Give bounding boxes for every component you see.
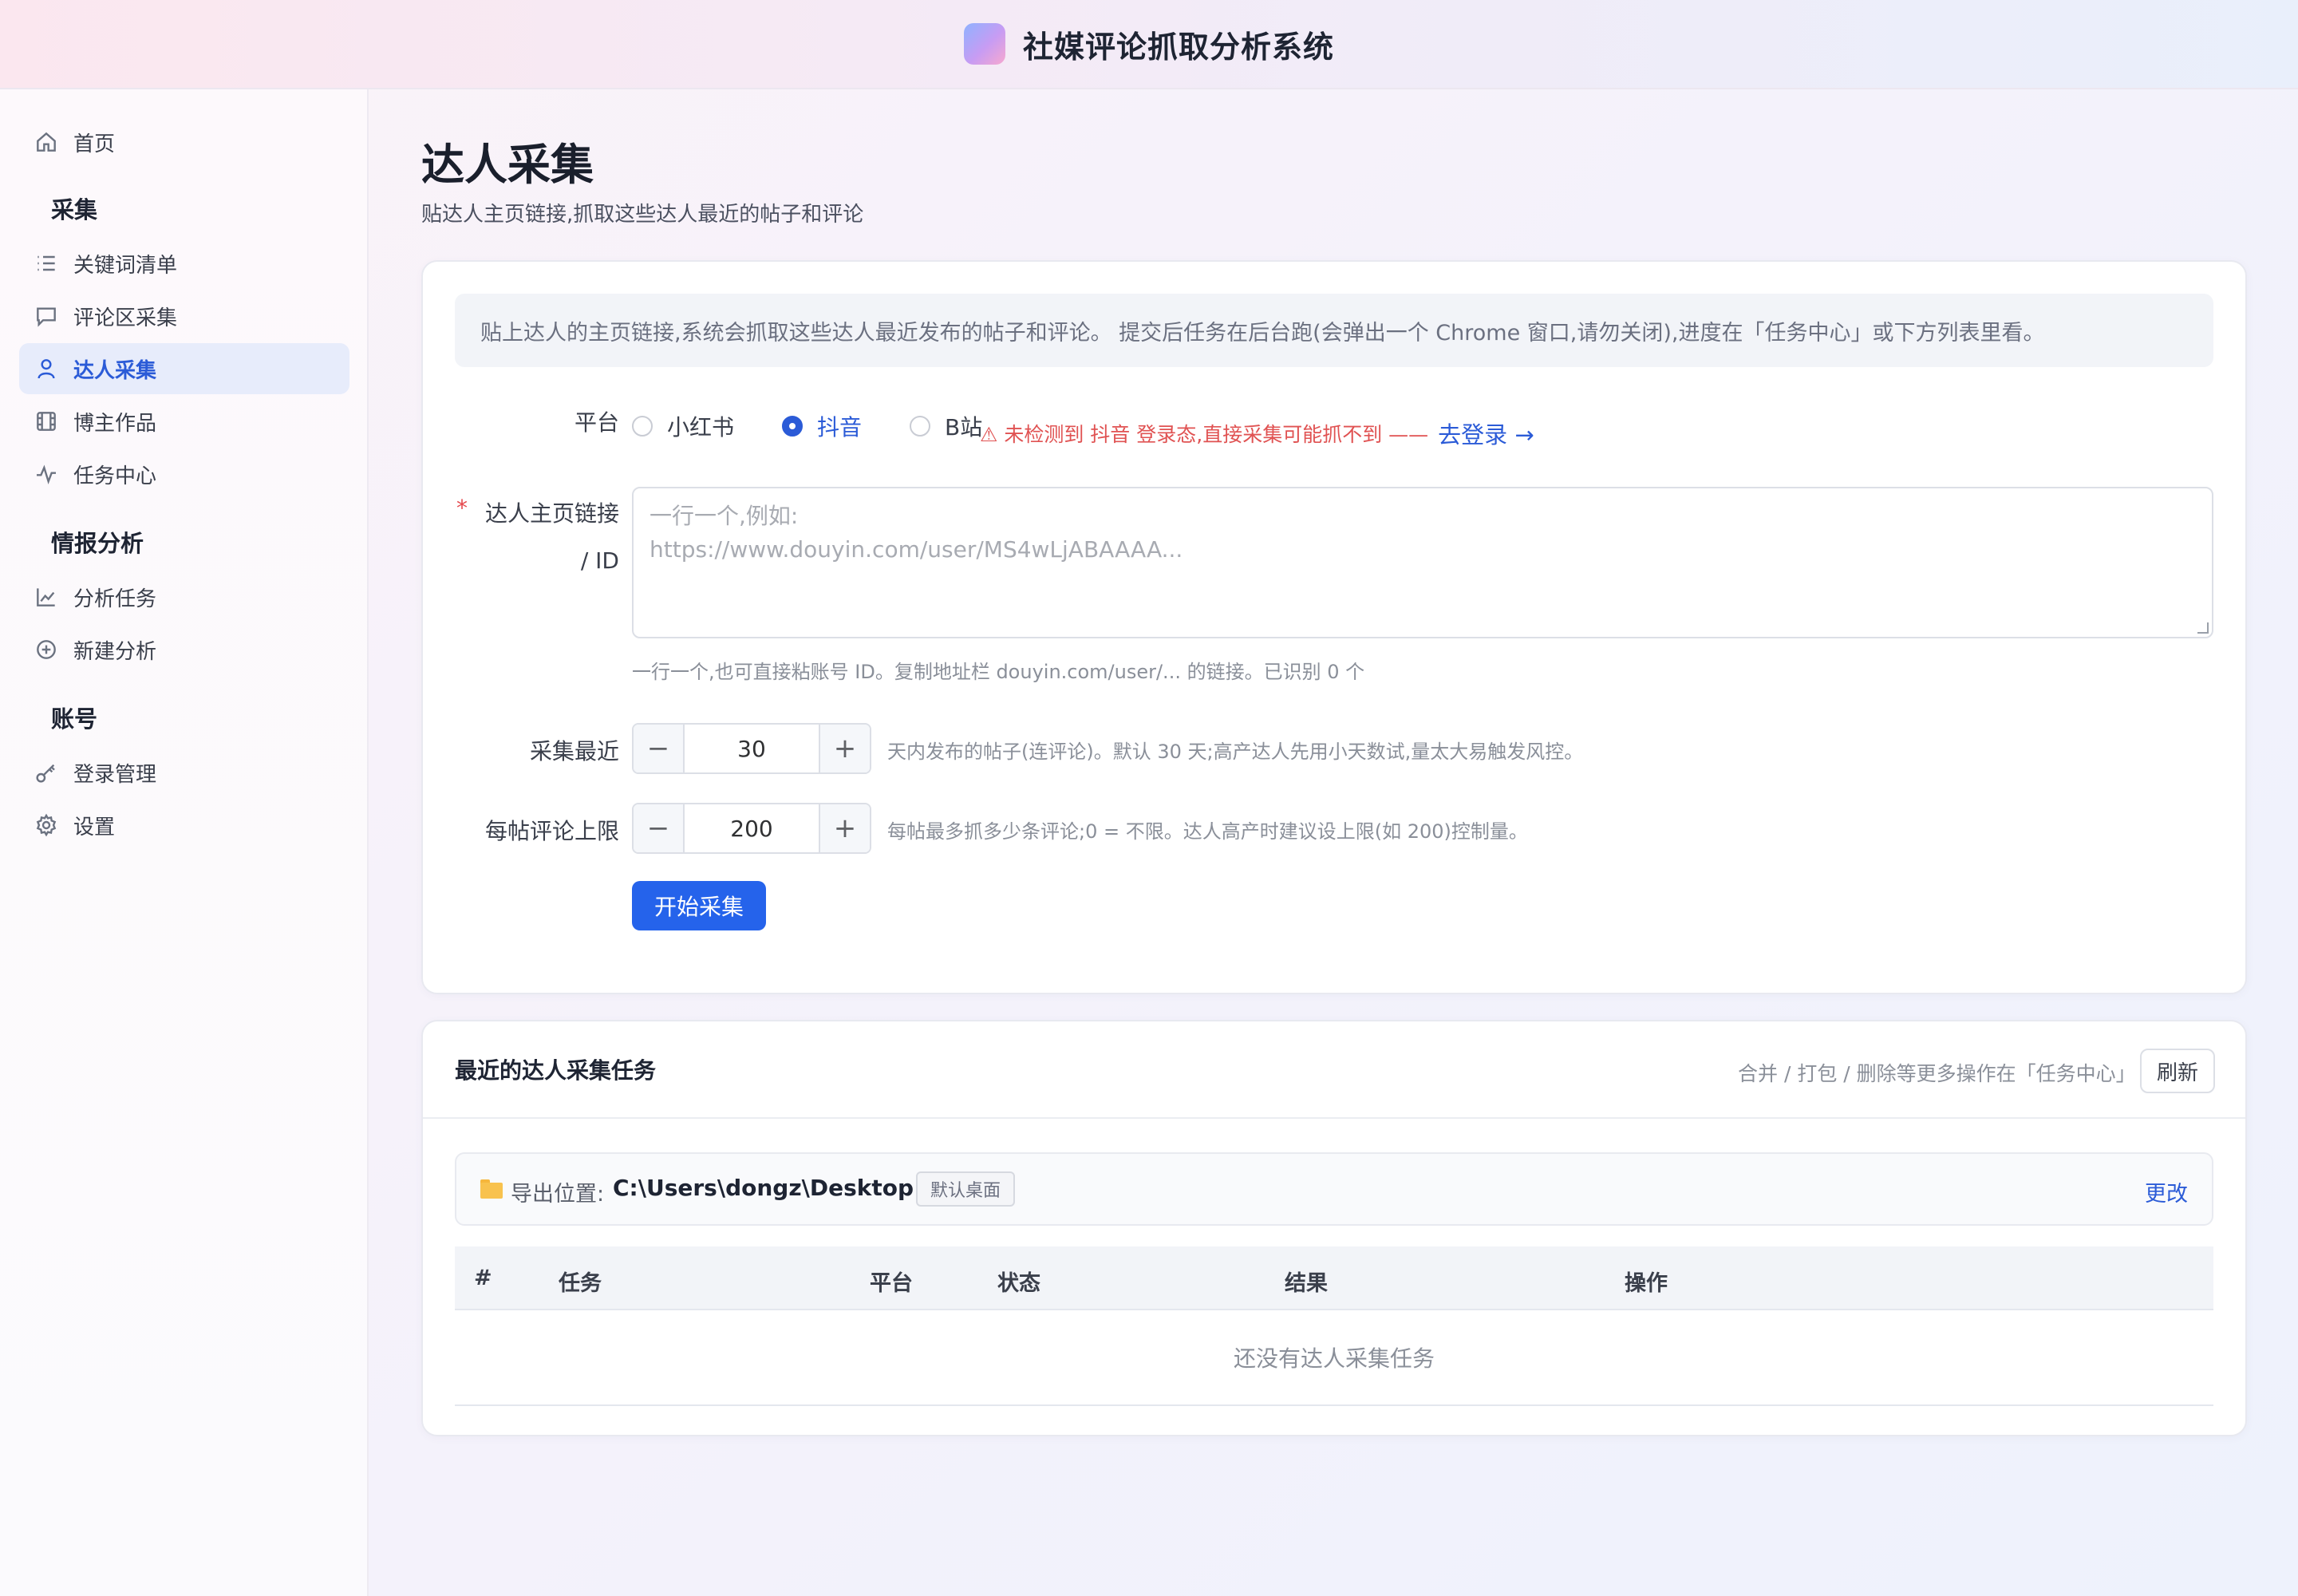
radio-xiaohongshu[interactable]: 小红书 bbox=[632, 410, 734, 442]
start-collect-button[interactable]: 开始采集 bbox=[632, 881, 766, 930]
go-login-link[interactable]: 去登录 → bbox=[1438, 417, 1534, 450]
required-mark: * bbox=[456, 495, 468, 521]
radio-label: 抖音 bbox=[817, 414, 863, 440]
app-title: 社媒评论抓取分析系统 bbox=[1022, 29, 1334, 65]
plus-circle-icon bbox=[30, 634, 62, 666]
recent-tasks-card: 最近的达人采集任务 合并 / 打包 / 删除等更多操作在「任务中心」 刷新 导出… bbox=[421, 1020, 2247, 1436]
recent-tasks-title: 最近的达人采集任务 bbox=[455, 1057, 657, 1084]
default-desktop-badge: 默认桌面 bbox=[916, 1171, 1016, 1207]
comments-limit-stepper[interactable]: − 200 + bbox=[632, 803, 871, 854]
radio-circle[interactable] bbox=[782, 416, 803, 437]
radio-circle[interactable] bbox=[632, 416, 653, 437]
sidebar-item-label: 评论区采集 bbox=[73, 306, 178, 330]
link-label: 达人主页链接 bbox=[484, 500, 619, 527]
sidebar-item-label: 分析任务 bbox=[73, 587, 157, 611]
sidebar-item-label: 新建分析 bbox=[73, 639, 157, 664]
sidebar-item-new-analysis[interactable]: 新建分析 bbox=[19, 624, 349, 675]
resize-handle[interactable] bbox=[2197, 622, 2209, 634]
export-label: 导出位置: bbox=[511, 1182, 605, 1207]
tasks-table-header: # 任务 平台 状态 结果 操作 bbox=[455, 1246, 2213, 1310]
radio-douyin[interactable]: 抖音 bbox=[782, 410, 862, 442]
days-hint: 天内发布的帖子(连评论)。默认 30 天;高产达人先用小天数试,量太大易触发风控… bbox=[887, 741, 1584, 763]
export-path: C:\Users\dongz\Desktop bbox=[613, 1175, 914, 1201]
gear-icon bbox=[30, 809, 62, 841]
sidebar-item-label: 登录管理 bbox=[73, 762, 157, 787]
home-icon bbox=[30, 126, 62, 158]
collect-form-card: 贴上达人的主页链接,系统会抓取这些达人最近发布的帖子和评论。 提交后任务在后台跑… bbox=[421, 260, 2247, 994]
activity-icon bbox=[30, 458, 62, 490]
column-header-result: 结果 bbox=[1285, 1271, 1328, 1296]
column-header-status: 状态 bbox=[997, 1271, 1040, 1296]
radio-label: 小红书 bbox=[667, 414, 735, 440]
days-increment-button[interactable]: + bbox=[819, 725, 870, 772]
sidebar-item-works[interactable]: 博主作品 bbox=[19, 396, 349, 447]
change-export-link[interactable]: 更改 bbox=[2145, 1176, 2188, 1207]
sidebar-item-home[interactable]: 首页 bbox=[19, 117, 349, 168]
radio-circle[interactable] bbox=[910, 416, 930, 437]
divider bbox=[423, 1117, 2245, 1119]
sidebar-item-label: 首页 bbox=[73, 132, 116, 156]
page-title: 达人采集 bbox=[421, 140, 594, 190]
column-header-actions: 操作 bbox=[1625, 1271, 1668, 1296]
key-icon bbox=[30, 757, 62, 788]
profile-links-textarea[interactable]: 一行一个,例如: https://www.douyin.com/user/MS4… bbox=[632, 487, 2213, 638]
comments-increment-button[interactable]: + bbox=[819, 804, 870, 852]
link-label-id: / ID bbox=[580, 547, 619, 574]
sidebar-item-label: 博主作品 bbox=[73, 411, 157, 436]
textarea-placeholder-line2: https://www.douyin.com/user/MS4wLjABAAAA… bbox=[650, 536, 1183, 563]
sidebar-item-comments[interactable]: 评论区采集 bbox=[19, 290, 349, 342]
platform-label: 平台 bbox=[574, 409, 619, 436]
days-value[interactable]: 30 bbox=[685, 725, 819, 772]
refresh-button[interactable]: 刷新 bbox=[2140, 1049, 2215, 1093]
days-label: 采集最近 bbox=[529, 738, 619, 764]
sidebar-group-collect: 采集 bbox=[51, 196, 98, 223]
sidebar-item-label: 达人采集 bbox=[73, 358, 157, 383]
sidebar-item-keywords[interactable]: 关键词清单 bbox=[19, 238, 349, 289]
tasks-empty-state: 还没有达人采集任务 bbox=[455, 1310, 2213, 1406]
column-header-index: # bbox=[474, 1266, 492, 1290]
warning-text: ⚠ 未检测到 抖音 登录态,直接采集可能抓不到 —— bbox=[980, 423, 1429, 446]
sidebar-group-account: 账号 bbox=[51, 705, 98, 733]
app-logo bbox=[963, 23, 1005, 65]
radio-label: B站 bbox=[945, 414, 983, 440]
sidebar: 首页 采集 关键词清单 评论区采集 达人采集 博主作品 任务中心 情报分析 分析… bbox=[0, 89, 369, 1596]
sidebar-item-label: 设置 bbox=[73, 815, 116, 839]
export-location-bar: 导出位置: C:\Users\dongz\Desktop 默认桌面 更改 bbox=[455, 1152, 2213, 1226]
comments-limit-value[interactable]: 200 bbox=[685, 804, 819, 852]
comments-limit-label: 每帖评论上限 bbox=[484, 818, 619, 844]
sidebar-group-analysis: 情报分析 bbox=[51, 530, 144, 557]
film-icon bbox=[30, 405, 62, 437]
textarea-placeholder-line1: 一行一个,例如: bbox=[650, 503, 799, 529]
chart-line-icon bbox=[30, 581, 62, 613]
sidebar-item-label: 任务中心 bbox=[73, 464, 157, 488]
sidebar-item-tasks[interactable]: 任务中心 bbox=[19, 448, 349, 500]
sidebar-item-influencer[interactable]: 达人采集 bbox=[19, 343, 349, 394]
comments-limit-hint: 每帖最多抓多少条评论;0 = 不限。达人高产时建议设上限(如 200)控制量。 bbox=[887, 820, 1528, 843]
days-stepper[interactable]: − 30 + bbox=[632, 723, 871, 774]
user-icon bbox=[30, 353, 62, 385]
sidebar-item-analysis-tasks[interactable]: 分析任务 bbox=[19, 571, 349, 622]
app-header: 社媒评论抓取分析系统 bbox=[0, 0, 2298, 89]
sidebar-item-label: 关键词清单 bbox=[73, 253, 178, 278]
days-decrement-button[interactable]: − bbox=[634, 725, 685, 772]
column-header-platform: 平台 bbox=[870, 1271, 913, 1296]
link-hint: 一行一个,也可直接粘账号 ID。复制地址栏 douyin.com/user/..… bbox=[632, 661, 1365, 683]
page-subtitle: 贴达人主页链接,抓取这些达人最近的帖子和评论 bbox=[421, 203, 864, 227]
chat-bubble-icon bbox=[30, 300, 62, 332]
column-header-task: 任务 bbox=[559, 1271, 602, 1296]
task-center-note: 合并 / 打包 / 删除等更多操作在「任务中心」 bbox=[1738, 1062, 2136, 1085]
sidebar-item-login[interactable]: 登录管理 bbox=[19, 747, 349, 798]
comments-decrement-button[interactable]: − bbox=[634, 804, 685, 852]
radio-bilibili[interactable]: B站 bbox=[910, 410, 982, 442]
sidebar-item-settings[interactable]: 设置 bbox=[19, 800, 349, 851]
info-alert: 贴上达人的主页链接,系统会抓取这些达人最近发布的帖子和评论。 提交后任务在后台跑… bbox=[455, 294, 2213, 367]
login-warning: ⚠ 未检测到 抖音 登录态,直接采集可能抓不到 —— 去登录 → bbox=[980, 417, 1534, 450]
list-icon bbox=[30, 247, 62, 279]
folder-icon bbox=[480, 1179, 503, 1199]
